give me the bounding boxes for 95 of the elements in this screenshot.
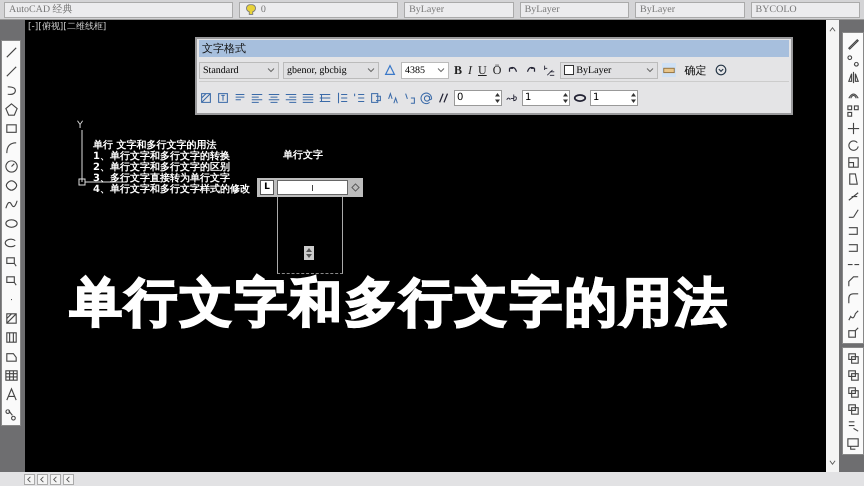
note-text: 2、单行文字和多行文字的区别 [93, 162, 231, 173]
text-frame-icon[interactable] [216, 91, 230, 105]
polyline-icon[interactable] [4, 64, 18, 79]
resize-handle-icon[interactable] [304, 245, 314, 261]
table-icon[interactable] [4, 368, 18, 383]
align-center-icon[interactable] [267, 91, 281, 105]
vertical-scrollbar[interactable] [826, 20, 839, 472]
property-dropdown[interactable]: ByLayer [404, 2, 514, 18]
field-icon[interactable] [369, 91, 383, 105]
width-factor-field[interactable]: 1 [590, 90, 638, 106]
diamond-handle-icon[interactable] [351, 183, 360, 192]
tab-nav-icon[interactable] [24, 474, 35, 484]
viewport-label[interactable]: [-][俯视][二维线框] [28, 20, 106, 33]
line-spacing-icon[interactable] [335, 91, 349, 105]
window-icon[interactable] [846, 436, 860, 451]
axis-label: Y [77, 120, 84, 131]
rectangle-icon[interactable] [4, 121, 18, 136]
layer-dropdown[interactable]: 0 [238, 2, 398, 18]
format-button[interactable]: B [453, 63, 464, 77]
rotate-icon[interactable] [846, 138, 860, 153]
oblique-icon [437, 91, 451, 105]
headline-caption: 单行文字和多行文字的用法 [70, 272, 730, 335]
tracking-field[interactable]: 1 [522, 90, 570, 106]
workspace-dropdown[interactable]: AutoCAD 经典 [4, 2, 233, 18]
pencil-icon[interactable] [846, 36, 860, 51]
scale-icon[interactable] [846, 155, 860, 170]
drawing-text: 单行文字 [283, 148, 323, 162]
text-icon[interactable] [4, 387, 18, 402]
hatch-icon[interactable] [4, 311, 18, 326]
block-icon[interactable] [4, 273, 18, 288]
note-text: 单行 文字和多行文字的用法 [93, 140, 216, 151]
annotative-icon[interactable] [383, 63, 397, 77]
toolbar-title: 文字格式 [199, 40, 789, 57]
gradient-icon[interactable] [4, 330, 18, 345]
spinner-icon[interactable] [630, 91, 637, 105]
stack-icon[interactable] [542, 63, 556, 77]
cloud-icon[interactable] [4, 178, 18, 193]
array-icon[interactable] [846, 104, 860, 119]
format-button[interactable]: U [477, 63, 488, 77]
ruler-icon[interactable] [662, 63, 676, 77]
symbol-icon[interactable] [420, 91, 434, 105]
tab-nav-icon[interactable] [50, 474, 61, 484]
layer-name: 0 [260, 2, 266, 16]
fillet-icon[interactable] [846, 291, 860, 306]
align-left-icon[interactable] [250, 91, 264, 105]
distribute-icon[interactable] [318, 91, 332, 105]
scroll-up-icon[interactable] [828, 26, 837, 33]
scroll-down-icon[interactable] [828, 459, 837, 466]
layers-icon[interactable] [846, 385, 860, 400]
height-dropdown[interactable]: 4385 [401, 62, 449, 78]
tab-nav-icon[interactable] [63, 474, 74, 484]
spinner-icon[interactable] [494, 91, 501, 105]
align-right-icon[interactable] [284, 91, 298, 105]
lowercase-icon[interactable] [403, 91, 417, 105]
font-dropdown[interactable]: gbenor, gbcbig [283, 62, 379, 78]
explode-icon[interactable] [846, 325, 860, 340]
blend-icon[interactable] [846, 308, 860, 323]
chamfer-icon[interactable] [846, 274, 860, 289]
note-text: 4、单行文字和多行文字样式的修改 [93, 184, 250, 195]
copy-icon[interactable] [846, 53, 860, 68]
tab-nav-icon[interactable] [37, 474, 48, 484]
note-text: 3、多行文字直接转为单行文字 [93, 173, 230, 184]
mirror-icon[interactable] [846, 70, 860, 85]
caret-icon [367, 66, 375, 74]
property-dropdown[interactable]: BYCOLO [750, 2, 860, 18]
property-dropdown[interactable]: ByLayer [520, 2, 630, 18]
spinner-icon[interactable] [562, 91, 569, 105]
format-button[interactable]: I [467, 63, 474, 77]
ruler-button[interactable]: L [260, 180, 274, 195]
note-text: 1、单行文字和多行文字的转换 [93, 151, 231, 162]
line-icon[interactable] [4, 45, 18, 60]
color-dropdown[interactable]: ByLayer [560, 62, 658, 78]
lightbulb-icon [244, 2, 258, 16]
width-factor-icon [573, 91, 587, 105]
curve-icon[interactable] [4, 140, 18, 155]
caret-icon [267, 66, 275, 74]
layers-icon[interactable] [846, 351, 860, 366]
caret-icon [437, 66, 445, 74]
polygon-icon[interactable] [4, 102, 18, 117]
options-icon[interactable] [714, 63, 728, 77]
layers-icon[interactable] [846, 368, 860, 383]
move-icon[interactable] [846, 121, 860, 136]
format-button[interactable]: Ō [492, 63, 502, 77]
property-dropdown[interactable]: ByLayer [635, 2, 745, 18]
hatch-icon[interactable] [199, 91, 213, 105]
layers-icon[interactable] [846, 402, 860, 417]
uppercase-icon[interactable] [386, 91, 400, 105]
justify-icon[interactable] [301, 91, 315, 105]
numbering-icon[interactable] [352, 91, 366, 105]
oblique-angle-field[interactable]: 0 [454, 90, 502, 106]
caret-icon [646, 66, 654, 74]
block-icon[interactable] [4, 254, 18, 269]
ok-button[interactable]: 确定 [680, 62, 710, 78]
text-input-field[interactable] [277, 180, 348, 195]
style-dropdown[interactable]: Standard [199, 62, 279, 78]
